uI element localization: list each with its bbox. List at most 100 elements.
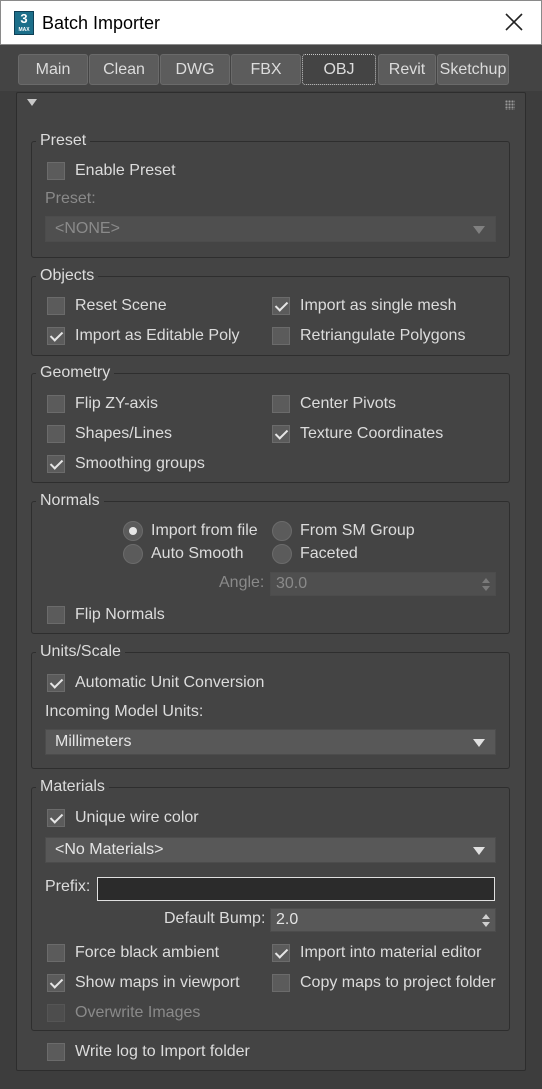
center-pivots-box[interactable] (272, 395, 290, 413)
materials-dropdown[interactable]: <No Materials> (45, 837, 496, 863)
import-from-file-radio[interactable]: Import from file (123, 521, 258, 541)
tab-clean[interactable]: Clean (89, 54, 159, 85)
from-sm-group-label: From SM Group (300, 522, 415, 539)
geometry-group-title: Geometry (36, 364, 115, 382)
unique-wire-color-label: Unique wire color (75, 809, 199, 826)
import-single-mesh-box[interactable] (272, 297, 290, 315)
prefix-input[interactable] (97, 877, 495, 901)
retriangulate-box[interactable] (272, 327, 290, 345)
flip-normals-box[interactable] (47, 606, 65, 624)
center-pivots-checkbox[interactable]: Center Pivots (272, 394, 396, 414)
materials-group-title: Materials (36, 778, 109, 796)
smoothing-groups-box[interactable] (47, 455, 65, 473)
auto-smooth-radio-dot[interactable] (123, 544, 143, 564)
unique-wire-color-box[interactable] (47, 809, 65, 827)
dropdown-arrow-icon (473, 739, 485, 747)
reset-scene-label: Reset Scene (75, 297, 167, 314)
tab-fbx[interactable]: FBX (231, 54, 301, 85)
flip-zy-box[interactable] (47, 395, 65, 413)
angle-value: 30.0 (276, 575, 308, 592)
import-editable-poly-label: Import as Editable Poly (75, 327, 240, 344)
force-black-ambient-box[interactable] (47, 944, 65, 962)
copy-maps-box[interactable] (272, 974, 290, 992)
enable-preset-box[interactable] (47, 162, 65, 180)
overwrite-images-checkbox[interactable]: Overwrite Images (47, 1003, 200, 1023)
enable-preset-checkbox[interactable]: Enable Preset (47, 161, 176, 181)
auto-unit-conversion-box[interactable] (47, 674, 65, 692)
import-into-material-editor-checkbox[interactable]: Import into material editor (272, 943, 481, 963)
auto-smooth-label: Auto Smooth (151, 545, 244, 562)
preset-label: Preset: (45, 190, 96, 207)
from-sm-group-radio[interactable]: From SM Group (272, 521, 415, 541)
shapes-lines-box[interactable] (47, 425, 65, 443)
reset-scene-box[interactable] (47, 297, 65, 315)
import-from-file-radio-dot[interactable] (123, 521, 143, 541)
import-editable-poly-checkbox[interactable]: Import as Editable Poly (47, 326, 240, 346)
force-black-ambient-checkbox[interactable]: Force black ambient (47, 943, 219, 963)
tab-dwg[interactable]: DWG (160, 54, 230, 85)
close-icon[interactable] (503, 11, 525, 33)
write-log-label: Write log to Import folder (75, 1043, 250, 1060)
show-maps-box[interactable] (47, 974, 65, 992)
prefix-label: Prefix: (45, 878, 91, 895)
write-log-box[interactable] (47, 1043, 65, 1061)
incoming-units-value: Millimeters (55, 733, 132, 750)
flip-zy-checkbox[interactable]: Flip ZY-axis (47, 394, 158, 414)
smoothing-groups-label: Smoothing groups (75, 455, 205, 472)
normals-group-title: Normals (36, 492, 104, 510)
from-sm-group-radio-dot[interactable] (272, 521, 292, 541)
flip-normals-label: Flip Normals (75, 606, 165, 623)
rollup-arrow-icon[interactable] (27, 99, 37, 106)
default-bump-label: Default Bump: (164, 910, 266, 927)
import-from-file-label: Import from file (151, 522, 258, 539)
objects-group-title: Objects (36, 267, 99, 285)
tab-revit[interactable]: Revit (378, 54, 436, 85)
import-single-mesh-label: Import as single mesh (300, 297, 457, 314)
tab-strip: Main Clean DWG FBX OBJ Revit Sketchup (0, 45, 542, 91)
reset-scene-checkbox[interactable]: Reset Scene (47, 296, 167, 316)
import-into-material-editor-box[interactable] (272, 944, 290, 962)
faceted-radio-dot[interactable] (272, 544, 292, 564)
show-maps-checkbox[interactable]: Show maps in viewport (47, 973, 240, 993)
auto-unit-conversion-checkbox[interactable]: Automatic Unit Conversion (47, 673, 264, 693)
preset-dropdown[interactable]: <NONE> (45, 216, 496, 242)
grip-icon[interactable] (505, 100, 515, 110)
dropdown-arrow-icon (473, 847, 485, 855)
retriangulate-checkbox[interactable]: Retriangulate Polygons (272, 326, 465, 346)
flip-zy-label: Flip ZY-axis (75, 395, 158, 412)
tab-main[interactable]: Main (18, 54, 88, 85)
spinner-up-icon[interactable] (482, 578, 490, 583)
angle-spinner[interactable]: 30.0 (270, 572, 496, 596)
import-editable-poly-box[interactable] (47, 327, 65, 345)
smoothing-groups-checkbox[interactable]: Smoothing groups (47, 454, 205, 474)
overwrite-images-box[interactable] (47, 1004, 65, 1022)
import-single-mesh-checkbox[interactable]: Import as single mesh (272, 296, 457, 316)
unique-wire-color-checkbox[interactable]: Unique wire color (47, 808, 199, 828)
spinner-up-icon[interactable] (482, 914, 490, 919)
center-pivots-label: Center Pivots (300, 395, 397, 412)
texture-coordinates-checkbox[interactable]: Texture Coordinates (272, 424, 443, 444)
default-bump-spinner[interactable]: 2.0 (270, 908, 496, 932)
texture-coordinates-box[interactable] (272, 425, 290, 443)
shapes-lines-checkbox[interactable]: Shapes/Lines (47, 424, 172, 444)
faceted-label: Faceted (300, 545, 358, 562)
tab-sketchup[interactable]: Sketchup (437, 54, 509, 85)
copy-maps-checkbox[interactable]: Copy maps to project folder (272, 973, 496, 993)
spinner-down-icon[interactable] (482, 922, 490, 927)
units-group-title: Units/Scale (36, 643, 125, 661)
incoming-units-dropdown[interactable]: Millimeters (45, 729, 496, 755)
flip-normals-checkbox[interactable]: Flip Normals (47, 605, 165, 625)
tab-obj[interactable]: OBJ (302, 54, 376, 85)
app-icon: 3 MAX (14, 11, 34, 35)
show-maps-label: Show maps in viewport (75, 974, 240, 991)
retriangulate-label: Retriangulate Polygons (300, 327, 466, 344)
write-log-checkbox[interactable]: Write log to Import folder (47, 1042, 250, 1062)
app-icon-sub: MAX (18, 27, 30, 33)
import-into-material-editor-label: Import into material editor (300, 944, 482, 961)
spinner-down-icon[interactable] (482, 586, 490, 591)
enable-preset-label: Enable Preset (75, 162, 176, 179)
texture-coordinates-label: Texture Coordinates (300, 425, 444, 442)
auto-smooth-radio[interactable]: Auto Smooth (123, 544, 244, 564)
auto-unit-conversion-label: Automatic Unit Conversion (75, 674, 265, 691)
faceted-radio[interactable]: Faceted (272, 544, 358, 564)
